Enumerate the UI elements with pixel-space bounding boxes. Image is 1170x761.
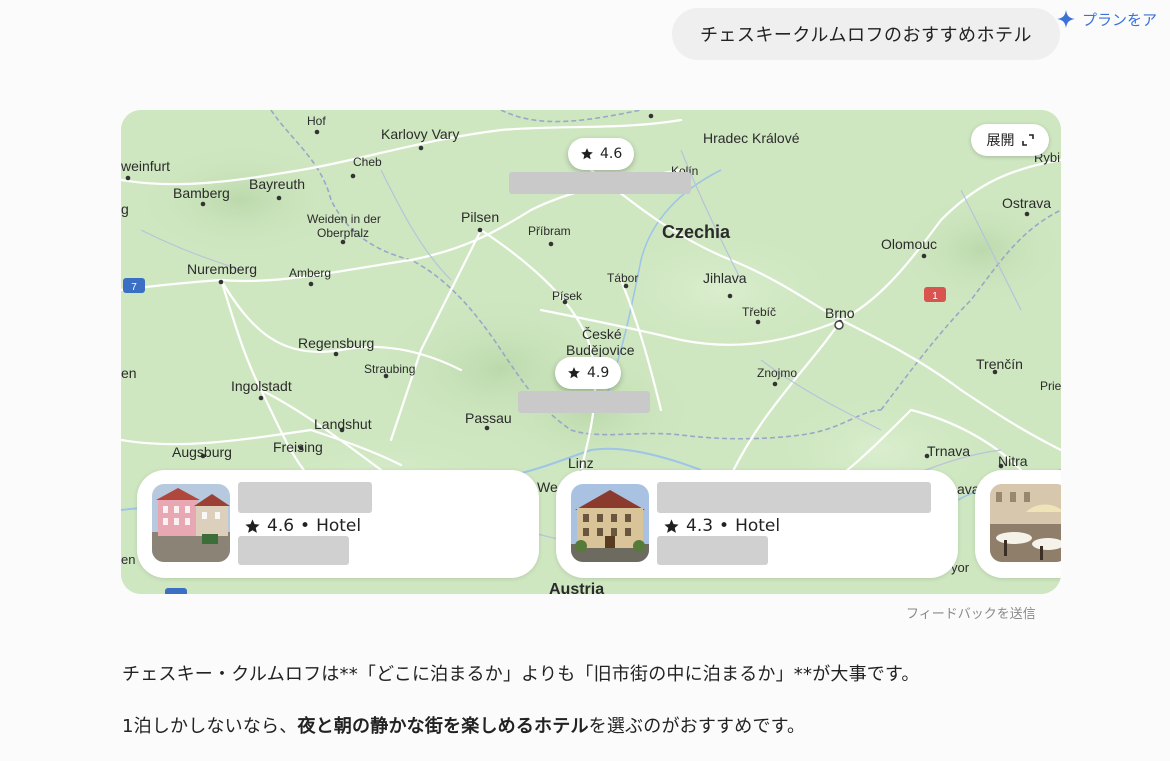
hotel-name-placeholder	[238, 482, 372, 513]
svg-text:Písek: Písek	[552, 289, 583, 303]
svg-text:Pilsen: Pilsen	[461, 209, 499, 225]
hotel-card-1[interactable]: 4.6 • Hotel	[137, 470, 539, 578]
svg-text:Příbram: Příbram	[528, 224, 571, 238]
map-expand-button[interactable]: 展開	[971, 124, 1049, 156]
star-icon	[664, 518, 679, 533]
svg-text:Bayreuth: Bayreuth	[249, 176, 305, 192]
map-expand-label: 展開	[986, 133, 1015, 149]
hotel-photo-3	[990, 484, 1061, 562]
user-message-bubble: チェスキークルムロフのおすすめホテル	[672, 8, 1060, 60]
separator-dot: •	[719, 516, 730, 536]
svg-text:Tábor: Tábor	[607, 271, 638, 285]
hotel-rating-value: 4.6	[267, 516, 295, 536]
svg-text:Znojmo: Znojmo	[757, 366, 797, 380]
svg-text:We: We	[537, 479, 558, 495]
send-feedback-link[interactable]: フィードバックを送信	[906, 603, 1036, 622]
svg-text:Passau: Passau	[465, 410, 512, 426]
svg-text:Regensburg: Regensburg	[298, 335, 374, 351]
svg-text:Landshut: Landshut	[314, 416, 372, 432]
svg-text:Trenčín: Trenčín	[976, 356, 1023, 372]
svg-text:Augsburg: Augsburg	[172, 444, 232, 460]
svg-text:weinfurt: weinfurt	[121, 158, 170, 174]
svg-text:Amberg: Amberg	[289, 266, 331, 280]
response-text: を選ぶのがおすすめです。	[588, 716, 806, 737]
svg-text:Budějovice: Budějovice	[566, 342, 635, 358]
response-paragraph-2: 1泊しかしないなら、夜と朝の静かな街を楽しめるホテルを選ぶのがおすすめです。	[122, 712, 805, 738]
svg-text:Nitra: Nitra	[998, 453, 1028, 469]
svg-text:Ostrava: Ostrava	[1002, 195, 1051, 211]
svg-text:Ingolstadt: Ingolstadt	[231, 378, 292, 394]
map-pin-label-placeholder	[509, 172, 691, 194]
upgrade-plan-link[interactable]: プランをア	[1056, 8, 1157, 30]
response-emphasis: 夜と朝の静かな街を楽しめるホテル	[297, 716, 589, 737]
svg-text:Karlovy Vary: Karlovy Vary	[381, 126, 459, 142]
svg-text:Trnava: Trnava	[927, 443, 970, 459]
svg-text:Nuremberg: Nuremberg	[187, 261, 257, 277]
hotel-detail-placeholder	[657, 536, 768, 565]
hotel-photo-2	[571, 484, 649, 562]
svg-text:Oberpfalz: Oberpfalz	[317, 226, 369, 240]
upgrade-plan-label: プランをア	[1082, 10, 1158, 29]
map-pin-hotel-2[interactable]: 4.9	[555, 357, 622, 389]
svg-text:Jihlava: Jihlava	[703, 270, 747, 286]
svg-text:Hof: Hof	[307, 114, 326, 128]
svg-text:7: 7	[131, 282, 137, 293]
map-pin-label-placeholder	[518, 391, 650, 413]
sparkle-icon	[1057, 10, 1075, 28]
svg-text:Hradec Králové: Hradec Králové	[703, 130, 800, 146]
svg-text:1: 1	[932, 291, 938, 302]
svg-text:České: České	[582, 326, 622, 342]
hotel-photo-1	[152, 484, 230, 562]
hotel-name-placeholder	[657, 482, 931, 513]
svg-text:en: en	[121, 552, 135, 567]
svg-text:en: en	[121, 365, 137, 381]
hotel-detail-placeholder	[238, 536, 349, 565]
svg-text:Freising: Freising	[273, 439, 323, 455]
star-icon	[245, 518, 260, 533]
map-pin-rating: 4.6	[600, 146, 623, 162]
hotel-card-3[interactable]	[975, 470, 1061, 578]
hotel-type: Hotel	[735, 516, 781, 536]
separator-dot: •	[300, 516, 311, 536]
star-icon	[568, 367, 580, 379]
map-pin-rating: 4.9	[587, 365, 610, 381]
svg-text:Straubing: Straubing	[364, 362, 415, 376]
svg-text:Olomouc: Olomouc	[881, 236, 937, 252]
hotel-card-2[interactable]: 4.3 • Hotel	[556, 470, 958, 578]
svg-text:Weiden in der: Weiden in der	[307, 212, 381, 226]
hotel-type: Hotel	[316, 516, 362, 536]
response-text: 1泊しかしないなら、	[122, 716, 298, 737]
svg-text:Brno: Brno	[825, 305, 855, 321]
svg-text:Czechia: Czechia	[662, 222, 731, 242]
svg-text:Třebíč: Třebíč	[742, 305, 776, 319]
hotel-rating-value: 4.3	[686, 516, 714, 536]
highway-shield-7: 7	[123, 278, 145, 293]
svg-text:Cheb: Cheb	[353, 155, 382, 169]
svg-text:Bamberg: Bamberg	[173, 185, 230, 201]
hotel-map[interactable]: 7 1 Hof Karlovy Vary Hradec Králové Rybi…	[121, 110, 1061, 594]
svg-text:Linz: Linz	[568, 455, 594, 471]
expand-icon	[1021, 134, 1034, 146]
svg-text:Prie: Prie	[1040, 379, 1061, 393]
star-icon	[581, 148, 593, 160]
response-paragraph-1: チェスキー・クルムロフは**「どこに泊まるか」よりも「旧市街の中に泊まるか」**…	[122, 664, 920, 685]
svg-text:Austria: Austria	[549, 581, 604, 594]
highway-shield-7b	[165, 588, 187, 594]
svg-text:g: g	[121, 201, 129, 217]
highway-shield-1: 1	[924, 287, 946, 302]
map-pin-hotel-1[interactable]: 4.6	[568, 138, 635, 170]
